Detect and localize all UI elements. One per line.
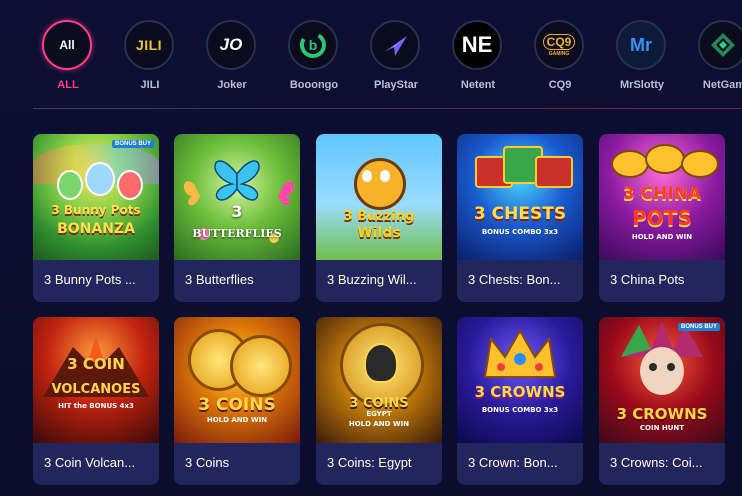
diamond-icon — [698, 20, 742, 70]
provider-label: Booongo — [289, 79, 339, 91]
game-title: 3 Coin Volcan... — [44, 455, 136, 470]
game-thumbnail-coin-volcanoes: 3 COIN VOLCANOES HIT the BONUS 4x3 — [33, 317, 159, 443]
all-icon: All — [42, 20, 92, 70]
joker-logo-icon: JO — [206, 20, 256, 70]
game-thumbnail-bunny-pots: 3 Bunny Pots BONANZA — [33, 134, 159, 260]
art-title: 3 CROWNS — [474, 383, 566, 401]
art-subtitle: BUTTERFLIES — [192, 227, 282, 240]
game-title: 3 Butterflies — [185, 272, 254, 287]
provider-netgame[interactable]: NetGam — [688, 20, 742, 100]
games-page: All ALL JILI JILI JO Joker b Booongo Pla… — [0, 0, 742, 496]
provider-jili[interactable]: JILI JILI — [114, 20, 186, 100]
art-subtitle: BONUS COMBO 3x3 — [481, 406, 559, 414]
art-subtitle: HOLD AND WIN — [206, 416, 268, 424]
art-subtitle: VOLCANOES — [51, 382, 141, 397]
game-title: 3 Chests: Bon... — [468, 272, 561, 287]
provider-label: Netent — [460, 79, 496, 91]
art-title: 3 COIN — [67, 355, 125, 373]
game-card[interactable]: 3 Bunny Pots BONANZA BONUS BUY 3 Bunny P… — [33, 134, 159, 302]
provider-playstar[interactable]: PlayStar — [360, 20, 432, 100]
game-title: 3 Coins: Egypt — [327, 455, 412, 470]
art-caption: HOLD AND WIN — [348, 420, 410, 428]
provider-label: CQ9 — [548, 79, 572, 91]
game-thumbnail-coins-egypt: 3 COINS EGYPT HOLD AND WIN — [316, 317, 442, 443]
provider-all[interactable]: All ALL — [32, 20, 104, 100]
art-subtitle: Wilds — [357, 225, 401, 241]
game-thumbnail-buzzing-wilds: 3 Buzzing Wilds — [316, 134, 442, 260]
game-card[interactable]: 3 CROWNS BONUS COMBO 3x3 3 Crown: Bon... — [457, 317, 583, 485]
art-title: 3 Bunny Pots — [51, 203, 141, 217]
game-thumbnail-crowns-coin-hunt: 3 CROWNS COIN HUNT — [599, 317, 725, 443]
art-title: 3 CHINA — [622, 184, 702, 204]
game-card[interactable]: 3 BUTTERFLIES 3 Butterflies — [174, 134, 300, 302]
game-card[interactable]: 3 COINS EGYPT HOLD AND WIN 3 Coins: Egyp… — [316, 317, 442, 485]
game-thumbnail-chests: 3 CHESTS BONUS COMBO 3x3 — [457, 134, 583, 260]
game-title: 3 China Pots — [610, 272, 685, 287]
art-title: 3 Buzzing — [343, 209, 415, 224]
provider-joker[interactable]: JO Joker — [196, 20, 268, 100]
plane-icon — [370, 20, 420, 70]
divider — [33, 108, 742, 109]
provider-filter-bar: All ALL JILI JILI JO Joker b Booongo Pla… — [0, 0, 742, 108]
art-subtitle: BONUS COMBO 3x3 — [481, 228, 559, 236]
game-thumbnail-crowns-bonus: 3 CROWNS BONUS COMBO 3x3 — [457, 317, 583, 443]
booongo-logo-icon: b — [288, 20, 338, 70]
game-title: 3 Bunny Pots ... — [44, 272, 136, 287]
bonus-buy-badge: BONUS BUY — [111, 140, 154, 148]
art-subtitle: BONANZA — [57, 221, 135, 237]
art-title: 3 COINS — [198, 395, 276, 415]
provider-label: JILI — [140, 79, 160, 91]
game-card[interactable]: 3 CROWNS COIN HUNT BONUS BUY 3 Crowns: C… — [599, 317, 725, 485]
svg-text:b: b — [309, 37, 318, 53]
game-title: 3 Crowns: Coi... — [610, 455, 703, 470]
netent-logo-icon: NE — [452, 20, 502, 70]
game-card[interactable]: 3 Buzzing Wilds 3 Buzzing Wil... — [316, 134, 442, 302]
game-card[interactable]: 3 CHESTS BONUS COMBO 3x3 3 Chests: Bon..… — [457, 134, 583, 302]
provider-netent[interactable]: NE Netent — [442, 20, 514, 100]
art-subtitle: POTS — [632, 206, 692, 230]
provider-label: ALL — [57, 79, 79, 91]
provider-cq9[interactable]: CQ9 GAMING CQ9 — [524, 20, 596, 100]
art-title: 3 CHESTS — [473, 204, 567, 224]
art-subtitle: COIN HUNT — [639, 424, 685, 432]
game-title: 3 Buzzing Wil... — [327, 272, 417, 287]
provider-booongo[interactable]: b Booongo — [278, 20, 350, 100]
art-title: 3 CROWNS — [616, 405, 708, 423]
game-title: 3 Crown: Bon... — [468, 455, 558, 470]
art-title: 3 COINS — [349, 396, 409, 411]
art-caption: HOLD AND WIN — [631, 233, 693, 241]
provider-label: PlayStar — [373, 79, 419, 91]
provider-label: Joker — [217, 79, 247, 91]
cq9-logo-icon: CQ9 GAMING — [534, 20, 584, 70]
mrslotty-logo-icon: Mr — [616, 20, 666, 70]
game-thumbnail-butterflies: 3 BUTTERFLIES — [174, 134, 300, 260]
game-card[interactable]: 3 COIN VOLCANOES HIT the BONUS 4x3 3 Coi… — [33, 317, 159, 485]
game-thumbnail-china-pots: 3 CHINA POTS HOLD AND WIN — [599, 134, 725, 260]
art-subtitle: EGYPT — [366, 410, 392, 418]
provider-label: MrSlotty — [620, 79, 664, 91]
jili-logo-icon: JILI — [124, 20, 174, 70]
provider-mrslotty[interactable]: Mr MrSlotty — [606, 20, 678, 100]
bonus-buy-badge: BONUS BUY — [677, 323, 720, 331]
art-title: 3 — [231, 202, 243, 221]
game-title: 3 Coins — [185, 455, 230, 470]
game-thumbnail-coins: 3 COINS HOLD AND WIN — [174, 317, 300, 443]
game-card[interactable]: 3 CHINA POTS HOLD AND WIN 3 China Pots — [599, 134, 725, 302]
art-caption: HIT the BONUS 4x3 — [58, 402, 134, 410]
game-card[interactable]: 3 COINS HOLD AND WIN 3 Coins — [174, 317, 300, 485]
provider-label: NetGam — [702, 79, 742, 91]
